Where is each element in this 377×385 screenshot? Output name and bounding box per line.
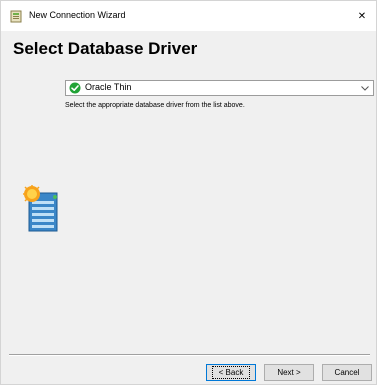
wizard-window: New Connection Wizard ✕ Select Database … — [0, 0, 377, 385]
driver-dropdown[interactable]: Oracle Thin — [65, 80, 374, 96]
green-check-icon — [69, 82, 81, 94]
wizard-header: Select Database Driver — [1, 31, 376, 69]
close-button[interactable]: ✕ — [348, 1, 376, 31]
driver-selected-value: Oracle Thin — [85, 82, 132, 92]
title-bar: New Connection Wizard ✕ — [1, 1, 376, 31]
cancel-button[interactable]: Cancel — [322, 364, 372, 381]
wizard-app-icon — [10, 10, 22, 23]
window-title: New Connection Wizard — [29, 10, 126, 20]
wizard-content: Oracle Thin Select the appropriate datab… — [1, 70, 376, 351]
next-button[interactable]: Next > — [264, 364, 314, 381]
close-icon[interactable]: ✕ — [358, 11, 366, 22]
back-button-label[interactable]: < Back — [211, 366, 251, 379]
back-button[interactable]: < Back — [206, 364, 256, 381]
chevron-down-icon[interactable] — [360, 84, 370, 92]
driver-hint-text: Select the appropriate database driver f… — [65, 102, 245, 109]
database-icon — [23, 185, 58, 232]
footer-separator — [9, 354, 370, 356]
page-title: Select Database Driver — [13, 39, 198, 58]
